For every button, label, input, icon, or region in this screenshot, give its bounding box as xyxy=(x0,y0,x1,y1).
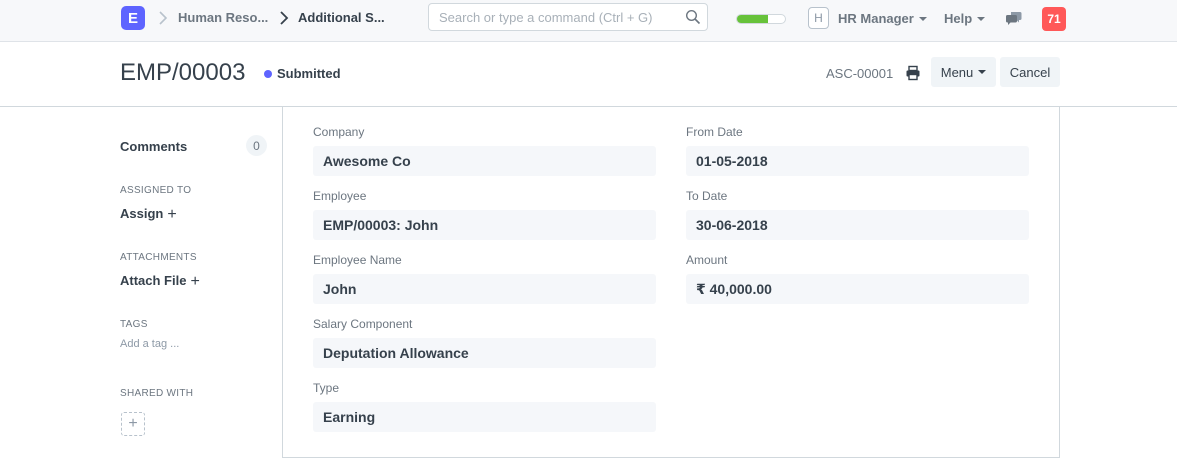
employee-field[interactable]: EMP/00003: John xyxy=(313,210,656,240)
attach-file-label: Attach File xyxy=(120,273,187,288)
chat-icon[interactable] xyxy=(1005,10,1023,31)
plus-icon: + xyxy=(190,273,200,290)
search-input[interactable] xyxy=(429,4,669,30)
plus-icon: + xyxy=(167,206,177,223)
caret-down-icon xyxy=(977,17,986,21)
add-tag-link[interactable]: Add a tag ... xyxy=(120,338,179,350)
shared-with-heading: SHARED WITH xyxy=(120,388,194,399)
to-date-field[interactable]: 30-06-2018 xyxy=(686,210,1029,240)
cancel-button[interactable]: Cancel xyxy=(1000,57,1060,87)
status-label: Submitted xyxy=(277,66,341,81)
amount-field[interactable]: ₹ 40,000.00 xyxy=(686,274,1029,304)
from-date-label: From Date xyxy=(686,125,743,139)
assigned-to-heading: ASSIGNED TO xyxy=(120,185,192,196)
to-date-label: To Date xyxy=(686,189,728,203)
page-title: EMP/00003 xyxy=(120,59,246,86)
from-date-field[interactable]: 01-05-2018 xyxy=(686,146,1029,176)
breadcrumb-doctype[interactable]: Additional S... xyxy=(298,10,385,25)
menu-button-label: Menu xyxy=(940,64,974,80)
share-add-button[interactable]: + xyxy=(121,412,145,436)
status-dot xyxy=(264,69,272,78)
amount-label: Amount xyxy=(686,253,728,267)
status-indicator: Submitted xyxy=(264,66,341,81)
user-menu-dropdown[interactable]: HR Manager xyxy=(838,11,927,26)
menu-button[interactable]: Menu xyxy=(931,57,996,87)
comments-link[interactable]: Comments xyxy=(120,139,187,154)
breadcrumb-module[interactable]: Human Reso... xyxy=(178,10,268,25)
company-label: Company xyxy=(313,125,365,139)
employee-name-field[interactable]: John xyxy=(313,274,656,304)
document-id: ASC-00001 xyxy=(826,66,894,81)
app-logo[interactable]: E xyxy=(121,6,145,30)
navbar: E Human Reso... Additional S... H HR Man… xyxy=(0,0,1177,42)
assign-label: Assign xyxy=(120,206,164,221)
page-head: EMP/00003 Submitted ASC-00001 Menu Cance… xyxy=(0,42,1177,107)
comments-count-badge: 0 xyxy=(246,135,267,156)
search-icon[interactable] xyxy=(685,9,701,30)
caret-down-icon xyxy=(978,70,987,74)
print-icon[interactable] xyxy=(905,65,921,86)
chevron-right-icon xyxy=(158,9,168,27)
company-field[interactable]: Awesome Co xyxy=(313,146,656,176)
type-field[interactable]: Earning xyxy=(313,402,656,432)
form-layout: Company Awesome Co Employee EMP/00003: J… xyxy=(282,107,1060,458)
search-box xyxy=(428,3,708,31)
notification-badge[interactable]: 71 xyxy=(1042,7,1066,31)
chevron-right-icon xyxy=(279,9,289,27)
salary-component-field[interactable]: Deputation Allowance xyxy=(313,338,656,368)
user-menu-label: HR Manager xyxy=(838,11,914,26)
setup-progress-fill xyxy=(737,15,769,23)
salary-component-label: Salary Component xyxy=(313,317,413,331)
type-label: Type xyxy=(313,381,340,395)
help-menu-label: Help xyxy=(944,11,973,26)
assign-button[interactable]: Assign + xyxy=(120,206,177,224)
setup-progress-bar[interactable] xyxy=(736,14,786,24)
employee-label: Employee xyxy=(313,189,367,203)
caret-down-icon xyxy=(918,17,927,21)
avatar[interactable]: H xyxy=(808,7,829,29)
tags-heading: TAGS xyxy=(120,319,148,330)
attach-file-button[interactable]: Attach File + xyxy=(120,273,200,291)
help-menu-dropdown[interactable]: Help xyxy=(944,11,986,26)
attachments-heading: ATTACHMENTS xyxy=(120,252,197,263)
employee-name-label: Employee Name xyxy=(313,253,402,267)
